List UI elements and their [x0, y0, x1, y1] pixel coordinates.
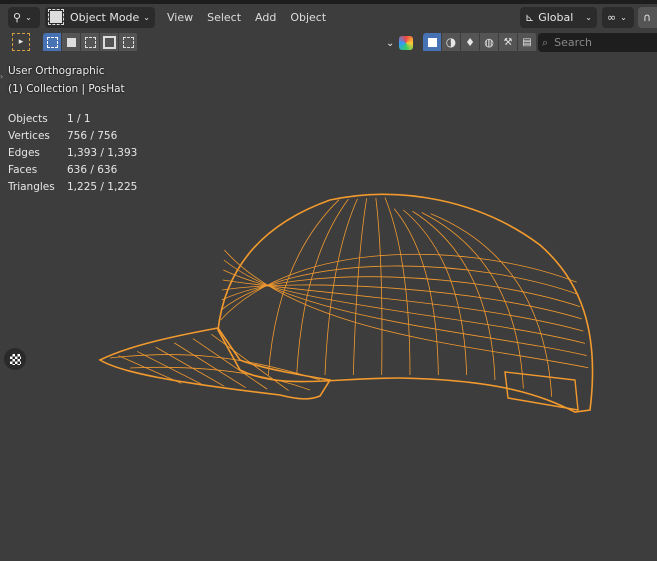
- hat-meridian: [375, 197, 383, 376]
- hat-meridian: [296, 198, 349, 376]
- hat-wireframe[interactable]: [0, 0, 657, 561]
- hat-meridian: [403, 209, 468, 376]
- hat-meridian: [412, 210, 496, 381]
- hat-brim-line: [174, 342, 246, 389]
- hat-parallel: [223, 259, 587, 356]
- hat-crown-outline: [217, 193, 594, 413]
- hat-meridian: [421, 212, 524, 389]
- hat-meridian: [324, 198, 358, 376]
- hat-meridian: [384, 197, 411, 376]
- hat-brim-outline: [98, 327, 332, 400]
